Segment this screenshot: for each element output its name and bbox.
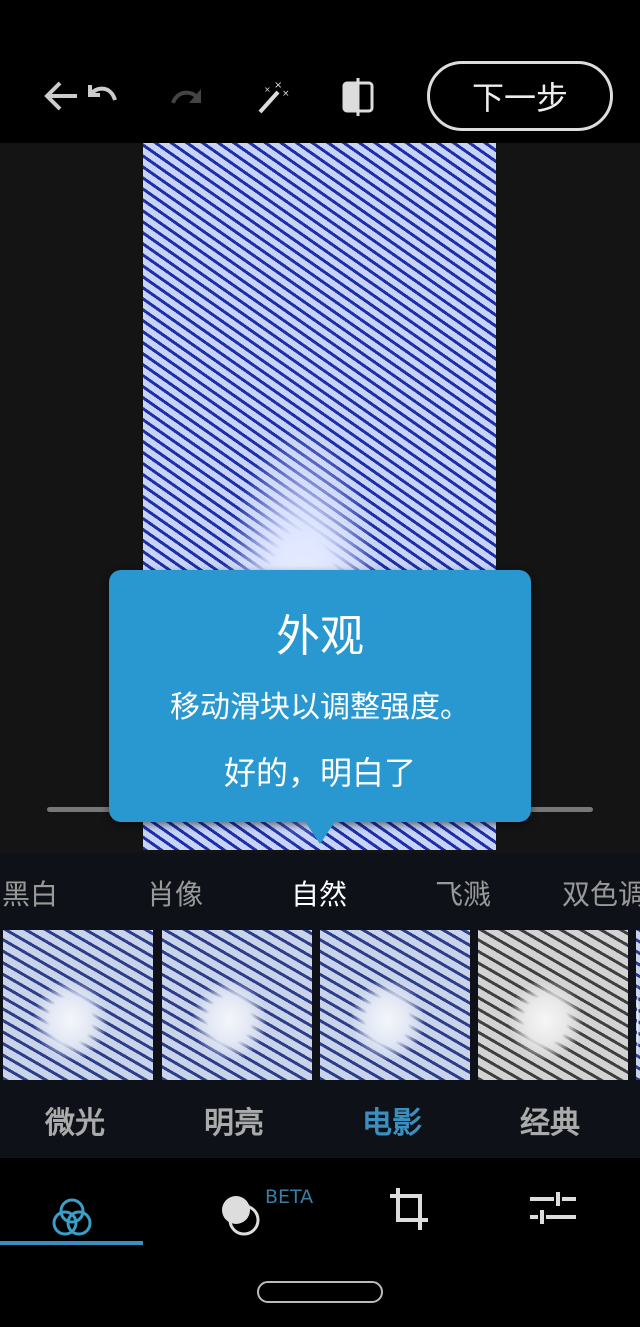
back-icon[interactable] [42,78,80,114]
svg-text:×: × [282,89,290,99]
look-label-classic[interactable]: 经典 [520,1098,580,1142]
look-thumbnail-next[interactable] [636,930,640,1080]
undo-icon[interactable] [82,80,118,110]
compare-icon[interactable] [340,78,376,116]
category-portrait[interactable]: 肖像 [147,873,203,913]
category-nature[interactable]: 自然 [291,873,347,913]
look-label-bright[interactable]: 明亮 [204,1098,264,1142]
look-thumbnail-cinema[interactable] [320,930,470,1080]
heal-icon[interactable] [218,1192,264,1238]
look-thumbnail-glow[interactable] [3,930,153,1080]
category-duotone[interactable]: 双色调 [562,873,640,913]
look-label-glow[interactable]: 微光 [45,1098,105,1142]
home-gesture-bar[interactable] [257,1281,383,1303]
looks-icon[interactable] [50,1196,94,1240]
svg-text:×: × [264,85,271,94]
tooltip-dialog: 外观 移动滑块以调整强度。 好的，明白了 [109,570,531,822]
tooltip-message: 移动滑块以调整强度。 [170,690,470,725]
adjust-icon[interactable] [530,1190,576,1226]
category-bw[interactable]: 黑白 [2,873,58,913]
look-label-cinema[interactable]: 电影 [362,1098,422,1142]
top-toolbar: × × × 下一步 [0,0,640,143]
crop-icon[interactable] [388,1186,430,1232]
look-thumbnail-classic[interactable] [478,930,628,1080]
category-splash[interactable]: 飞溅 [435,873,491,913]
redo-icon[interactable] [168,82,206,110]
active-tab-indicator [0,1241,143,1245]
look-thumbnail-bright[interactable] [162,930,312,1080]
tooltip-pointer [304,820,336,844]
tooltip-ok-button[interactable]: 好的，明白了 [109,748,531,794]
next-step-button[interactable]: 下一步 [427,61,613,131]
beta-badge: BETA [265,1186,314,1208]
tooltip-title: 外观 [276,611,364,662]
magic-wand-icon[interactable]: × × × [256,78,292,114]
